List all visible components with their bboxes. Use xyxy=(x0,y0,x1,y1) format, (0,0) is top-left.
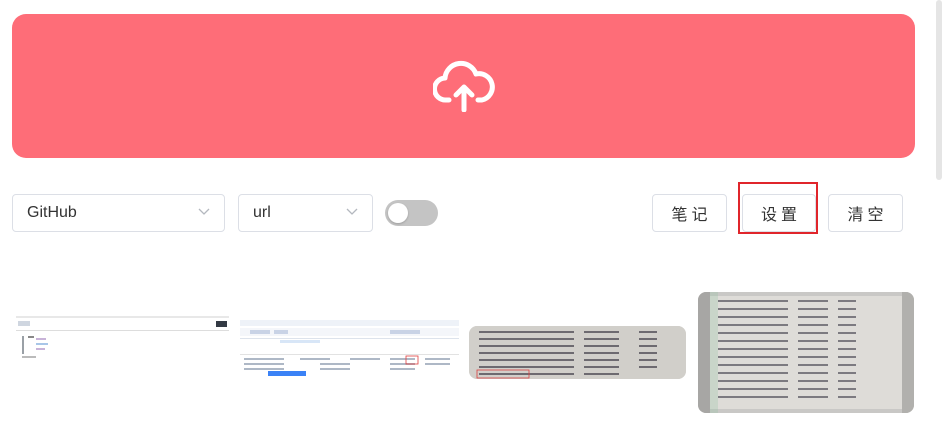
clear-button[interactable]: 清空 xyxy=(828,194,903,232)
repo-select[interactable]: GitHub xyxy=(12,194,225,232)
image-thumbnail[interactable] xyxy=(240,320,459,386)
upload-dropzone[interactable] xyxy=(12,14,915,158)
image-thumbnail[interactable] xyxy=(16,316,229,384)
chevron-down-icon xyxy=(346,208,358,215)
image-thumbnail[interactable] xyxy=(698,292,914,413)
thumbnail-image xyxy=(469,326,686,379)
cloud-upload-icon xyxy=(432,60,495,112)
image-thumbnail[interactable] xyxy=(469,326,686,379)
thumbnail-image xyxy=(698,292,914,413)
link-format-select[interactable]: url xyxy=(238,194,373,232)
scrollbar[interactable] xyxy=(936,0,942,180)
toggle-switch[interactable] xyxy=(385,200,438,226)
thumbnail-image xyxy=(16,316,229,384)
chevron-down-icon xyxy=(198,208,210,215)
toggle-knob xyxy=(388,203,408,223)
notes-button[interactable]: 笔记 xyxy=(652,194,727,232)
thumbnail-image xyxy=(240,320,459,386)
repo-select-value: GitHub xyxy=(27,204,77,221)
settings-button[interactable]: 设置 xyxy=(742,194,816,232)
link-format-select-value: url xyxy=(253,204,271,221)
image-bed-page: GitHub url 笔记 设置 清空 xyxy=(0,0,942,437)
